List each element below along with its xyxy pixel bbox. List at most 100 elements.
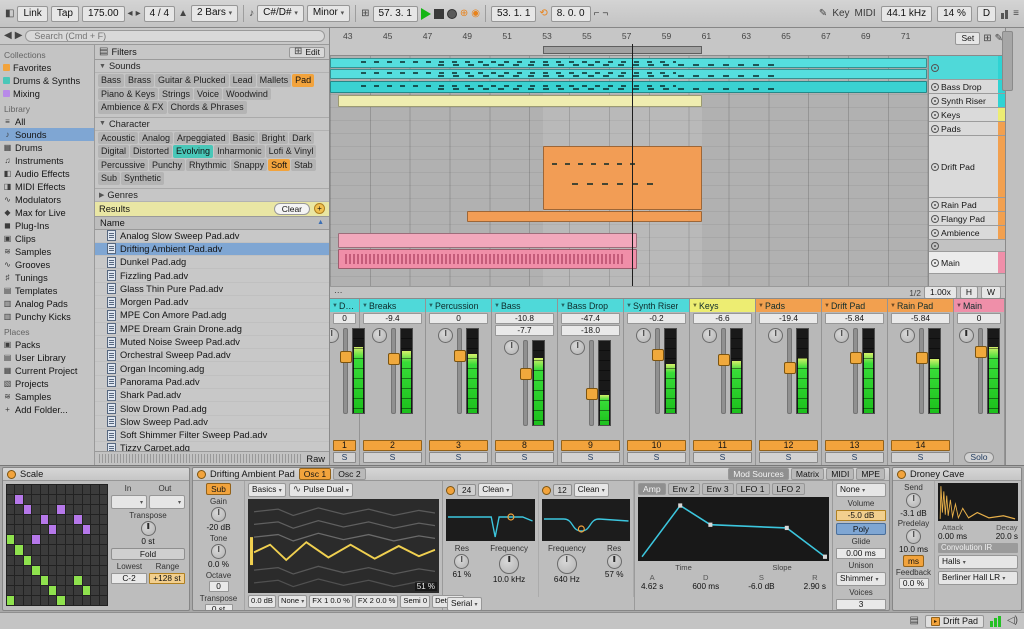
scale-grid-cell[interactable]: [15, 575, 23, 585]
filter1-slope[interactable]: 24: [457, 484, 477, 496]
track-header[interactable]: [929, 56, 1005, 80]
scale-grid-cell[interactable]: [32, 515, 40, 525]
scale-grid-cell[interactable]: [15, 565, 23, 575]
track-fold-icon[interactable]: [931, 228, 939, 237]
scale-grid-cell[interactable]: [32, 505, 40, 515]
library-item[interactable]: ▦ Drums: [0, 141, 94, 154]
filter-tag[interactable]: Arpeggiated: [174, 131, 229, 144]
pan-knob[interactable]: [702, 328, 717, 343]
volume-value-field[interactable]: -6.6: [693, 313, 752, 324]
scale-grid-cell[interactable]: [23, 535, 32, 545]
mixer-track-title[interactable]: ▼ Keys: [690, 299, 755, 312]
wavetable-menu[interactable]: ∿ Pulse Dual ▾: [288, 483, 353, 497]
track-collapse-icon[interactable]: ▼: [428, 303, 434, 309]
scale-grid-cell[interactable]: [65, 515, 74, 525]
arrangement-clip[interactable]: [338, 95, 702, 107]
result-item[interactable]: Glass Thin Pure Pad.adv: [95, 283, 329, 296]
follow-icon[interactable]: ⊞: [361, 8, 369, 19]
scale-grid-cell[interactable]: [74, 555, 82, 565]
filter1-freq-knob[interactable]: [499, 554, 520, 574]
scale-grid-cell[interactable]: [57, 485, 65, 495]
filter-tag[interactable]: Digital: [98, 145, 130, 158]
tempo-field[interactable]: 175.00: [81, 5, 125, 22]
scale-root-menu[interactable]: C#/D# ▾: [257, 5, 304, 22]
scale-grid-cell[interactable]: [32, 585, 40, 595]
ms-sync-toggle[interactable]: ms: [902, 555, 925, 567]
filter-tag[interactable]: Mallets: [256, 74, 292, 87]
result-item[interactable]: Organ Incoming.adg: [95, 362, 329, 376]
scale-grid-cell[interactable]: [7, 525, 15, 535]
solo-button[interactable]: S: [429, 452, 488, 463]
punch-out-icon[interactable]: ¬: [602, 8, 608, 19]
adsr-stage-value[interactable]: -6.0 dB: [748, 582, 774, 591]
scale-grid-cell[interactable]: [65, 555, 74, 565]
track-header[interactable]: Pads: [929, 122, 1005, 136]
solo-button[interactable]: S: [561, 452, 620, 463]
envelope-tab[interactable]: Env 2: [667, 483, 700, 495]
collection-item[interactable]: Mixing: [0, 87, 94, 100]
scale-grid-cell[interactable]: [99, 585, 107, 595]
scale-grid-cell[interactable]: [49, 565, 57, 575]
pan-knob[interactable]: [570, 340, 585, 355]
wavetable-position-value[interactable]: 51 %: [414, 582, 437, 591]
scale-grid-cell[interactable]: [15, 485, 23, 495]
stop-button[interactable]: [433, 8, 444, 19]
solo-button[interactable]: S: [693, 452, 752, 463]
device-on-toggle[interactable]: [897, 469, 906, 479]
scale-grid-cell[interactable]: [40, 485, 49, 495]
track-activator-button[interactable]: 8: [495, 440, 554, 451]
mod-tab[interactable]: Mod Sources: [728, 468, 789, 480]
arrangement-clip[interactable]: [330, 81, 927, 93]
scale-grid-cell[interactable]: [99, 595, 107, 605]
adsr-cell[interactable]: A 4.62 s: [641, 573, 663, 591]
scale-grid-cell[interactable]: [40, 545, 49, 555]
link-button[interactable]: Link: [17, 5, 48, 22]
scale-grid-cell[interactable]: [57, 545, 65, 555]
track-fold-icon[interactable]: [931, 110, 939, 119]
track-header[interactable]: Synth Riser: [929, 94, 1005, 108]
result-item[interactable]: Fizzling Pad.adv: [95, 269, 329, 283]
scale-grid-cell[interactable]: [74, 545, 82, 555]
scroll-dots[interactable]: ⋯: [334, 287, 343, 298]
volume-value-field[interactable]: 0: [957, 313, 1001, 324]
send-knob[interactable]: [906, 493, 921, 508]
scale-grid-cell[interactable]: [91, 525, 99, 535]
filter-tag[interactable]: Acoustic: [98, 131, 139, 144]
scale-grid-cell[interactable]: [82, 515, 91, 525]
scale-grid-cell[interactable]: [7, 565, 15, 575]
scale-grid-cell[interactable]: [99, 525, 107, 535]
scale-grid-cell[interactable]: [65, 525, 74, 535]
library-item[interactable]: ◆ Max for Live: [0, 206, 94, 219]
synth-volume-field[interactable]: -5.0 dB: [836, 510, 886, 521]
filter-tag[interactable]: Basic: [229, 131, 258, 144]
scale-grid-cell[interactable]: [15, 585, 23, 595]
track-fold-icon[interactable]: [931, 162, 939, 171]
scale-grid-cell[interactable]: [7, 535, 15, 545]
scale-grid-cell[interactable]: [57, 595, 65, 605]
scale-grid-cell[interactable]: [23, 585, 32, 595]
scale-grid-cell[interactable]: [65, 595, 74, 605]
scale-grid-cell[interactable]: [40, 495, 49, 505]
scale-grid-cell[interactable]: [7, 515, 15, 525]
osc-tab[interactable]: Osc 2: [333, 468, 366, 480]
mod-tab[interactable]: Matrix: [790, 468, 825, 480]
scale-grid-cell[interactable]: [65, 545, 74, 555]
result-item[interactable]: Shark Pad.adv: [95, 389, 329, 403]
adsr-stage-value[interactable]: 4.62 s: [641, 582, 663, 591]
scale-grid-cell[interactable]: [7, 545, 15, 555]
envelope-tab[interactable]: Amp: [638, 483, 666, 495]
pan-knob[interactable]: [768, 328, 783, 343]
glide-field[interactable]: 0.00 ms: [836, 548, 886, 559]
volume-value-field[interactable]: -47.4: [561, 313, 620, 324]
scale-grid-cell[interactable]: [74, 585, 82, 595]
device-title[interactable]: Scale: [20, 469, 43, 479]
track-collapse-icon[interactable]: ▼: [890, 303, 896, 309]
lowest-value-field[interactable]: C-2: [111, 573, 147, 584]
filter-tag[interactable]: Stab: [291, 158, 316, 171]
scale-grid-cell[interactable]: [7, 495, 15, 505]
scale-grid-cell[interactable]: [74, 505, 82, 515]
scale-grid-cell[interactable]: [49, 545, 57, 555]
punch-in-icon[interactable]: ⌐: [594, 8, 600, 19]
osc-volume-field[interactable]: 0.0 dB: [248, 595, 276, 608]
mixer-track-title[interactable]: ▼ Percussion: [426, 299, 491, 312]
